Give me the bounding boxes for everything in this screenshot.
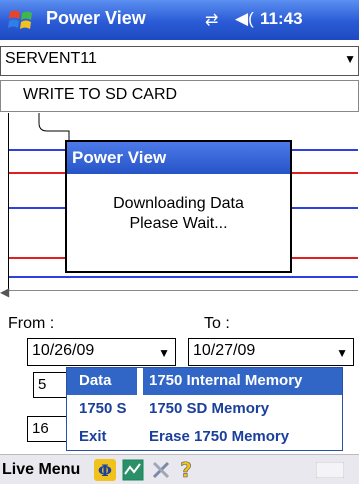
scroll-left-icon[interactable]: ◀	[0, 285, 9, 299]
dialog-message: Downloading Data Please Wait...	[67, 194, 290, 234]
menu-item-1750-s[interactable]: 1750 S	[67, 396, 137, 423]
from-minute-field[interactable]: 16	[27, 416, 67, 442]
menu-item-exit[interactable]: Exit	[67, 424, 137, 451]
dialog-message-line2: Please Wait...	[129, 215, 228, 232]
chevron-down-icon: ▼	[336, 346, 348, 360]
bottom-toolbar: Live Menu Φ ?	[0, 454, 359, 484]
from-label: From :	[8, 315, 55, 332]
chart-icon[interactable]	[122, 459, 144, 481]
from-date-select[interactable]: 10/26/09 ▼	[27, 338, 176, 366]
write-to-sd-label: WRITE TO SD CARD	[23, 86, 178, 103]
from-time-value: 5	[38, 376, 47, 393]
volume-icon[interactable]: ◀(	[235, 9, 254, 29]
menu-item-sd-memory[interactable]: 1750 SD Memory	[143, 396, 342, 423]
menu-row-data[interactable]: Data 1750 Internal Memory	[67, 368, 342, 395]
svg-text:?: ?	[180, 458, 192, 482]
write-to-sd-button[interactable]: WRITE TO SD CARD	[0, 80, 359, 112]
download-dialog: Power View Downloading Data Please Wait.…	[65, 140, 292, 273]
phi-icon[interactable]: Φ	[94, 459, 116, 481]
to-label: To :	[204, 315, 230, 332]
dialog-title: Power View	[67, 142, 290, 174]
live-menu-button[interactable]: Live Menu	[2, 461, 80, 479]
menu-item-data[interactable]: Data	[67, 368, 137, 395]
connectivity-icon[interactable]: ⇄	[205, 10, 218, 30]
tools-icon[interactable]	[150, 459, 172, 481]
start-icon[interactable]	[6, 6, 40, 34]
chevron-down-icon: ▼	[158, 346, 170, 360]
from-minute-value: 16	[32, 420, 49, 437]
help-icon[interactable]: ?	[176, 458, 196, 482]
keyboard-icon[interactable]	[316, 462, 344, 478]
menu-row-sd[interactable]: 1750 S 1750 SD Memory	[67, 396, 342, 423]
from-date-value: 10/26/09	[32, 342, 95, 359]
svg-text:Φ: Φ	[98, 461, 112, 480]
to-date-select[interactable]: 10/27/09 ▼	[188, 338, 354, 366]
device-select[interactable]: SERVENT11 ▼	[0, 46, 359, 76]
title-bar: Power View ⇄ ◀( 11:43	[0, 0, 359, 40]
horizontal-scrollbar[interactable]: ◀	[0, 285, 358, 300]
menu-item-erase-memory[interactable]: Erase 1750 Memory	[143, 424, 342, 451]
clock[interactable]: 11:43	[260, 9, 303, 29]
device-select-value: SERVENT11	[5, 50, 97, 67]
menu-row-exit[interactable]: Exit Erase 1750 Memory	[67, 424, 342, 451]
menu-item-internal-memory[interactable]: 1750 Internal Memory	[143, 368, 342, 395]
app-title: Power View	[46, 8, 146, 28]
chevron-down-icon: ▼	[344, 52, 356, 66]
dialog-message-line1: Downloading Data	[113, 195, 244, 212]
popup-menu: Data 1750 Internal Memory 1750 S 1750 SD…	[66, 367, 343, 451]
to-date-value: 10/27/09	[193, 342, 256, 359]
